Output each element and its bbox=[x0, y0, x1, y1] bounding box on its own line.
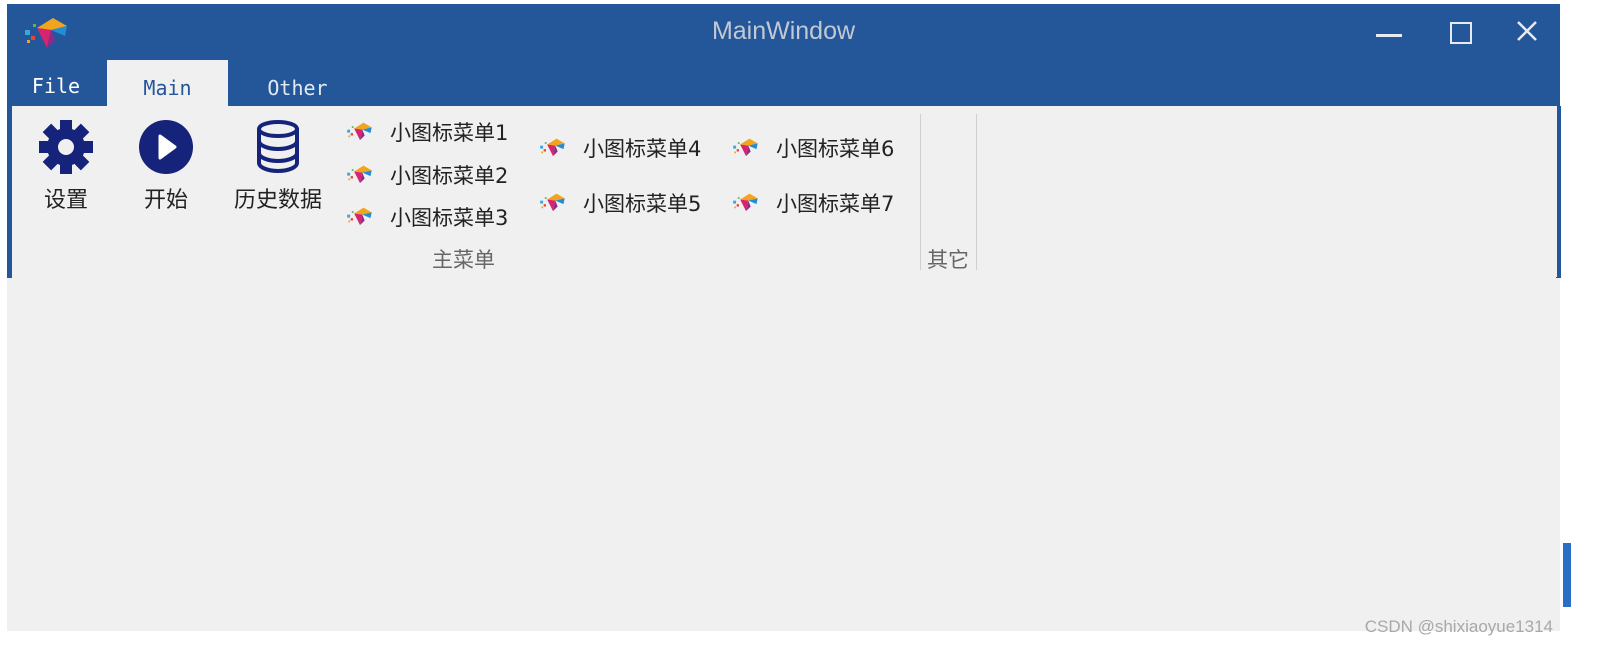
kite-logo-icon bbox=[346, 120, 374, 144]
other-group-label: 其它 bbox=[927, 248, 969, 272]
small-menu-4-label: 小图标菜单4 bbox=[583, 137, 702, 161]
kite-logo-icon bbox=[539, 191, 567, 215]
group-separator bbox=[976, 114, 977, 270]
minimize-icon bbox=[1376, 34, 1402, 37]
close-button[interactable] bbox=[1492, 8, 1552, 56]
window-title: MainWindow bbox=[711, 17, 856, 45]
maximize-icon bbox=[1450, 22, 1472, 44]
kite-logo-icon bbox=[346, 205, 374, 229]
maximize-button[interactable] bbox=[1422, 8, 1482, 56]
close-icon bbox=[1517, 21, 1537, 41]
play-icon bbox=[139, 120, 193, 174]
small-menu-5-label: 小图标菜单5 bbox=[583, 192, 702, 216]
ribbon-tab-bar: File Main Other bbox=[7, 60, 1560, 110]
edge-artifact bbox=[1563, 543, 1571, 607]
settings-label: 设置 bbox=[43, 188, 88, 213]
gear-icon bbox=[39, 120, 93, 174]
tab-file[interactable]: File bbox=[7, 60, 105, 110]
settings-button[interactable]: 设置 bbox=[36, 118, 96, 214]
kite-logo-icon bbox=[732, 191, 760, 215]
small-menu-2-label: 小图标菜单2 bbox=[390, 164, 509, 188]
main-menu-group-label: 主菜单 bbox=[432, 248, 495, 272]
start-label: 开始 bbox=[143, 188, 188, 213]
tab-other[interactable]: Other bbox=[235, 60, 360, 110]
history-data-button[interactable]: 历史数据 bbox=[228, 118, 328, 214]
minimize-button[interactable] bbox=[1352, 8, 1412, 56]
small-menu-1-label: 小图标菜单1 bbox=[390, 121, 509, 145]
kite-logo-icon bbox=[539, 136, 567, 160]
main-window: MainWindow File Main Other bbox=[7, 4, 1560, 631]
group-separator bbox=[920, 114, 921, 270]
kite-logo-icon bbox=[346, 163, 374, 187]
title-bar[interactable]: MainWindow bbox=[7, 4, 1560, 60]
history-data-label: 历史数据 bbox=[233, 188, 322, 213]
ribbon-panel: 设置 开始 历史数据 小图标菜单1 小图标菜单2 小图标菜单3 小图标菜单4 小… bbox=[12, 106, 1557, 277]
start-button[interactable]: 开始 bbox=[134, 118, 198, 214]
small-menu-3-label: 小图标菜单3 bbox=[390, 206, 509, 230]
small-menu-7-label: 小图标菜单7 bbox=[776, 192, 895, 216]
database-icon bbox=[257, 120, 299, 174]
small-menu-6-label: 小图标菜单6 bbox=[776, 137, 895, 161]
watermark: CSDN @shixiaoyue1314 bbox=[1364, 617, 1553, 636]
kite-logo-icon bbox=[732, 136, 760, 160]
tab-main[interactable]: Main bbox=[107, 60, 228, 110]
